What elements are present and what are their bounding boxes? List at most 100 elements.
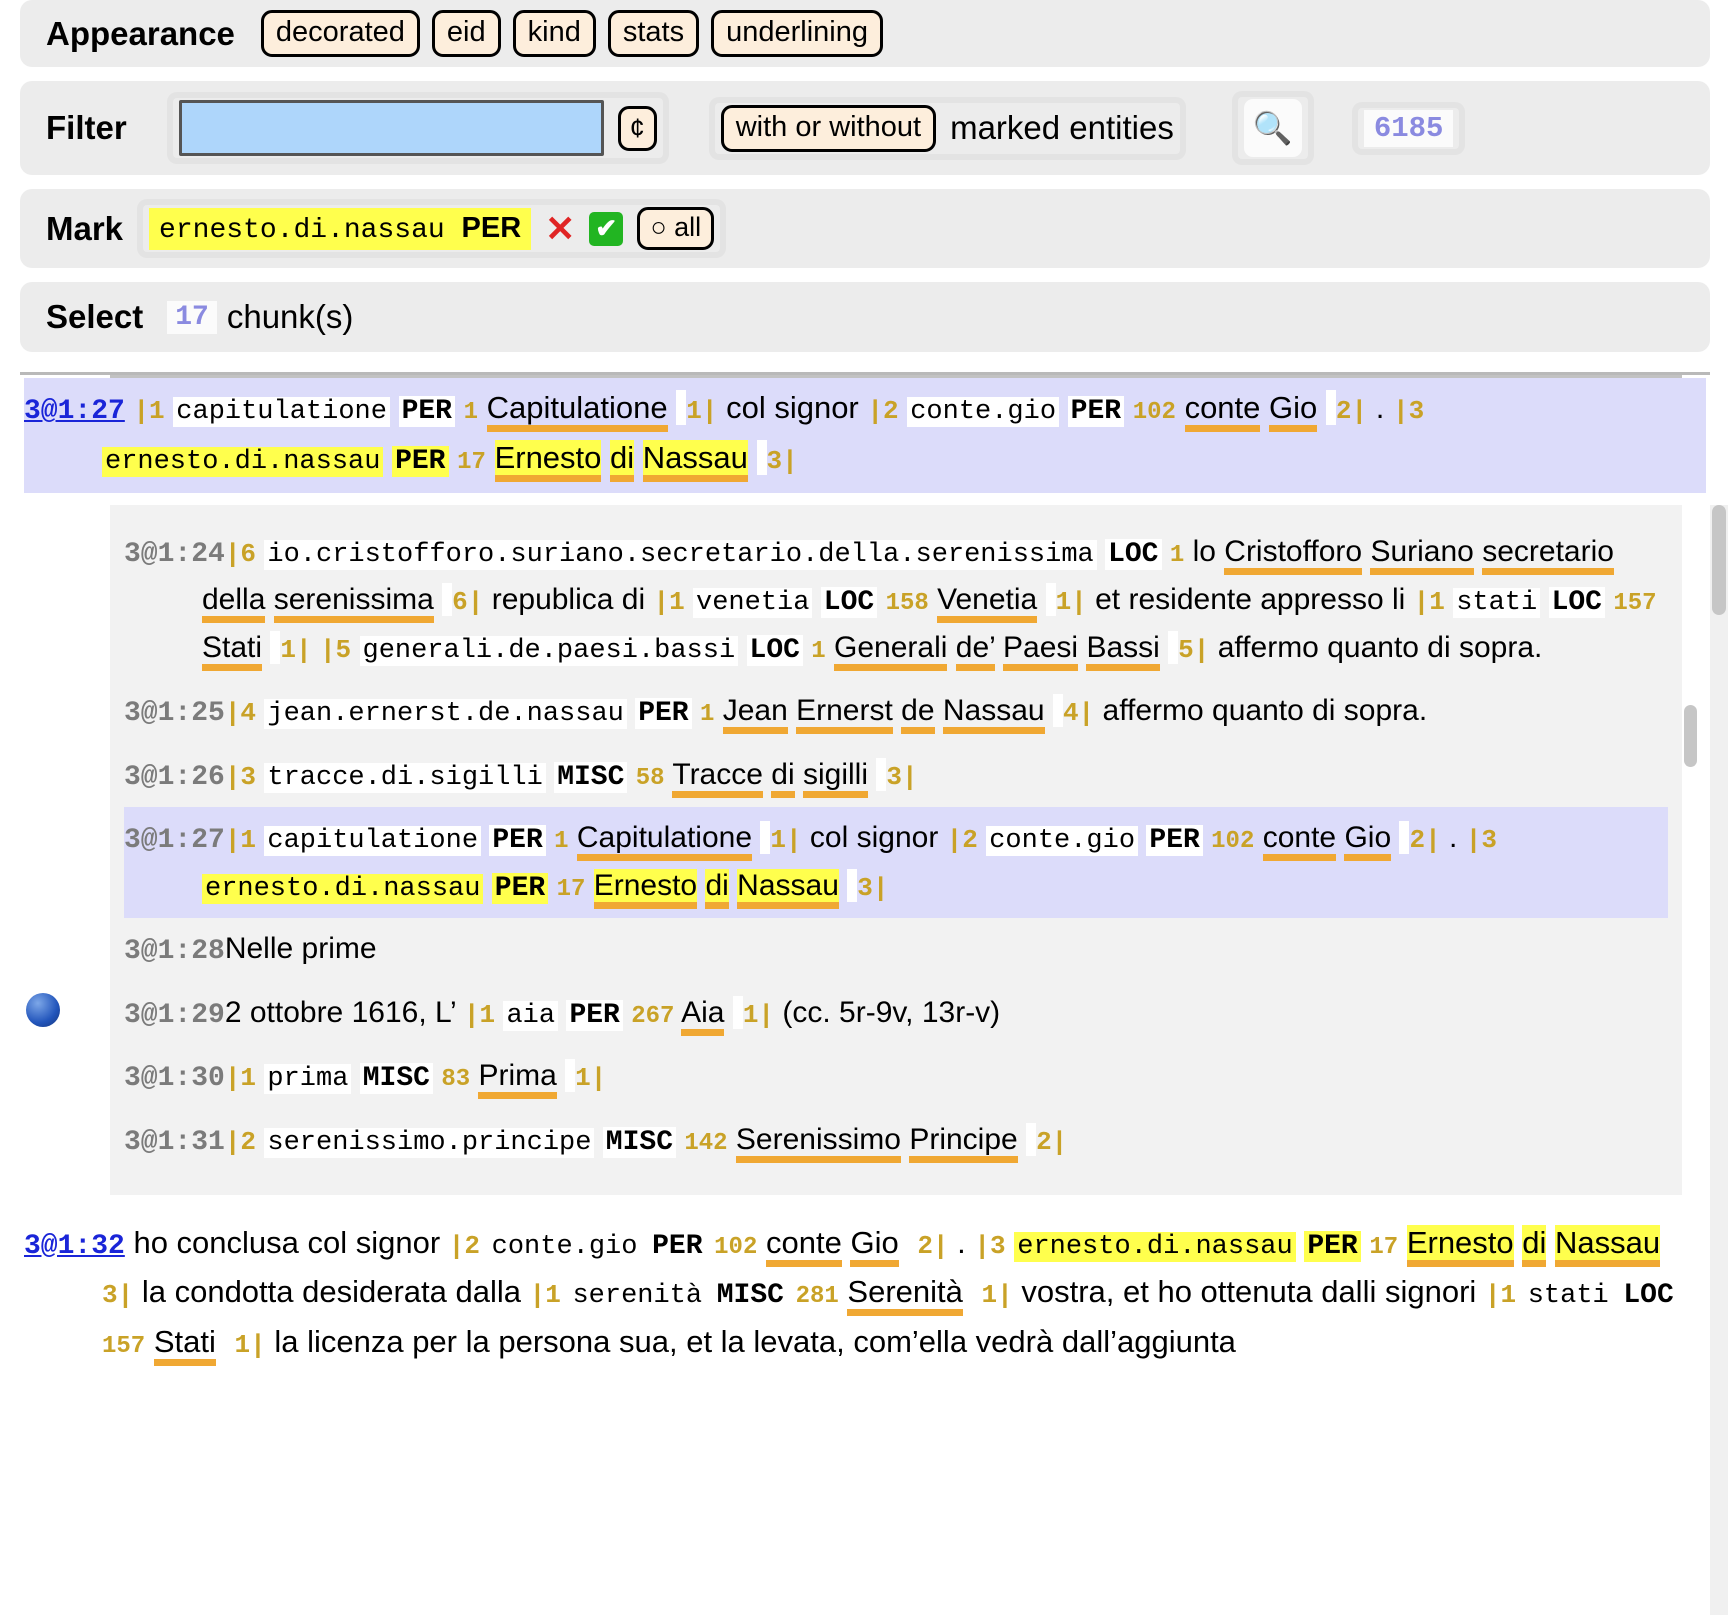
token-space bbox=[1026, 1122, 1037, 1156]
chunk-row[interactable]: 3@1:25|4 jean.ernerst.de.nassau PER 1 Je… bbox=[124, 680, 1668, 744]
chunk-row-selected[interactable]: 3@1:27 |1 capitulatione PER 1 Capitulati… bbox=[24, 378, 1706, 494]
chunk-id[interactable]: 3@1:29 bbox=[124, 1000, 225, 1031]
token-kind[interactable]: LOC bbox=[820, 587, 878, 619]
appearance-button-decorated[interactable]: decorated bbox=[260, 10, 420, 58]
token-kind-marked[interactable]: PER bbox=[1304, 1230, 1361, 1262]
token-eid[interactable]: capitulatione bbox=[264, 826, 482, 857]
token-kind[interactable]: PER bbox=[1146, 825, 1203, 857]
token-space bbox=[876, 757, 887, 791]
chunk-row[interactable]: 3@1:24|6 io.cristofforo.suriano.secretar… bbox=[124, 521, 1668, 680]
token-bracket: |3 bbox=[974, 1230, 1006, 1261]
token-eid[interactable]: conte.gio bbox=[907, 397, 1060, 428]
token-space bbox=[971, 1274, 982, 1310]
appearance-button-underlining[interactable]: underlining bbox=[711, 10, 883, 58]
token-kind[interactable]: MISC bbox=[713, 1280, 787, 1312]
appearance-button-kind[interactable]: kind bbox=[512, 10, 596, 58]
token-stat: 1 bbox=[1169, 542, 1185, 570]
token-surface-underlined: Tracce bbox=[672, 757, 763, 798]
chunk-row[interactable]: 3@1:26|3 tracce.di.sigilli MISC 58 Tracc… bbox=[124, 744, 1668, 808]
token-eid-marked[interactable]: ernesto.di.nassau bbox=[1014, 1231, 1296, 1262]
chunk-id[interactable]: 3@1:28 bbox=[124, 936, 225, 967]
token-kind[interactable]: LOC bbox=[746, 634, 803, 666]
page-scrollbar[interactable] bbox=[1710, 505, 1728, 1615]
chunk-id[interactable]: 3@1:26 bbox=[124, 762, 225, 793]
token-surface: 2 ottobre 1616, L’ bbox=[224, 995, 456, 1029]
chunk-id[interactable]: 3@1:27 bbox=[124, 825, 225, 856]
token-kind[interactable]: MISC bbox=[359, 1063, 433, 1095]
token-eid[interactable]: capitulatione bbox=[173, 397, 390, 428]
chunk-row[interactable]: 3@1:30|1 prima MISC 83 Prima 1| bbox=[124, 1045, 1668, 1109]
collapse-toggle-icon[interactable] bbox=[26, 993, 60, 1028]
chunk-tokens: |1 prima MISC 83 Prima 1| bbox=[225, 1059, 606, 1100]
token-surface-underlined: Ernerst bbox=[796, 694, 893, 735]
token-surface-underlined: sigilli bbox=[802, 757, 868, 798]
chunk-id-link[interactable]: 3@1:32 bbox=[24, 1231, 125, 1262]
token-kind[interactable]: PER bbox=[566, 999, 623, 1031]
token-eid[interactable]: generali.de.paesi.bassi bbox=[359, 635, 739, 666]
token-bracket: |1 bbox=[1413, 587, 1445, 618]
close-icon[interactable]: ✕ bbox=[545, 210, 575, 247]
mark-panel: Mark ernesto.di.nassau PER ✕ ✔ ○ all bbox=[20, 189, 1710, 269]
token-kind[interactable]: LOC bbox=[1105, 539, 1162, 571]
token-eid[interactable]: stati bbox=[1453, 588, 1541, 619]
chunk-row[interactable]: 3@1:292 ottobre 1616, L’ |1 aia PER 267 … bbox=[124, 982, 1668, 1046]
chunk-row-selected[interactable]: 3@1:27|1 capitulatione PER 1 Capitulatio… bbox=[124, 807, 1668, 919]
mark-all-button[interactable]: ○ all bbox=[637, 207, 715, 251]
chunk-id[interactable]: 3@1:30 bbox=[124, 1063, 225, 1094]
search-icon[interactable]: 🔍 bbox=[1243, 99, 1302, 158]
inner-scrollbar-thumb[interactable] bbox=[1684, 705, 1697, 768]
token-kind[interactable]: MISC bbox=[554, 761, 628, 793]
page-scrollbar-thumb[interactable] bbox=[1712, 505, 1726, 615]
token-surface-marked: di bbox=[705, 868, 729, 909]
token-eid[interactable]: aia bbox=[503, 1000, 559, 1031]
token-eid[interactable]: io.cristofforo.suriano.secretario.della.… bbox=[264, 540, 1097, 571]
currency-toggle-button[interactable]: ¢ bbox=[617, 105, 657, 151]
token-eid-marked[interactable]: ernesto.di.nassau bbox=[102, 446, 384, 477]
chunk-id-link[interactable]: 3@1:27 bbox=[24, 396, 125, 427]
chunk-row[interactable]: 3@1:32 ho conclusa col signor |2 conte.g… bbox=[24, 1213, 1706, 1376]
corpus-area: 3@1:27 |1 capitulatione PER 1 Capitulati… bbox=[0, 375, 1730, 1375]
token-eid[interactable]: serenità bbox=[569, 1281, 706, 1312]
token-eid[interactable]: prima bbox=[264, 1064, 352, 1095]
token-eid-marked[interactable]: ernesto.di.nassau bbox=[202, 873, 484, 904]
token-eid[interactable]: stati bbox=[1524, 1281, 1612, 1312]
token-kind[interactable]: MISC bbox=[602, 1126, 677, 1158]
token-kind[interactable]: PER bbox=[649, 1230, 706, 1262]
appearance-button-eid[interactable]: eid bbox=[431, 10, 501, 58]
token-surface: la licenza per la persona sua, et la lev… bbox=[274, 1323, 1236, 1359]
token-space bbox=[756, 439, 767, 475]
filter-input[interactable] bbox=[178, 100, 604, 157]
search-group: 🔍 bbox=[1231, 91, 1314, 166]
mark-entity-chip[interactable]: ernesto.di.nassau PER bbox=[149, 207, 532, 250]
token-eid[interactable]: tracce.di.sigilli bbox=[264, 762, 546, 793]
token-kind[interactable]: LOC bbox=[1548, 587, 1605, 619]
chunk-row[interactable]: 3@1:28Nelle prime bbox=[124, 918, 1668, 982]
chunk-id[interactable]: 3@1:25 bbox=[124, 698, 225, 729]
token-kind[interactable]: PER bbox=[1067, 396, 1125, 428]
appearance-button-stats[interactable]: stats bbox=[607, 10, 700, 58]
inner-scrollbar[interactable] bbox=[1682, 505, 1698, 1194]
token-stat: 17 bbox=[1369, 1233, 1399, 1261]
chunk-id[interactable]: 3@1:31 bbox=[124, 1127, 225, 1158]
token-kind[interactable]: PER bbox=[489, 825, 546, 857]
mark-entity-eid: ernesto.di.nassau bbox=[159, 214, 445, 246]
token-eid[interactable]: serenissimo.principe bbox=[264, 1127, 595, 1158]
token-kind[interactable]: PER bbox=[398, 396, 455, 428]
token-bracket: |3 bbox=[1465, 825, 1497, 856]
chunk-row[interactable]: 3@1:31|2 serenissimo.principe MISC 142 S… bbox=[124, 1109, 1668, 1173]
token-eid[interactable]: venetia bbox=[693, 588, 813, 619]
token-kind-marked[interactable]: PER bbox=[392, 445, 449, 477]
token-kind[interactable]: LOC bbox=[1620, 1280, 1677, 1312]
token-eid[interactable]: jean.ernerst.de.nassau bbox=[264, 699, 627, 730]
token-surface-underlined: Capitulatione bbox=[576, 821, 753, 862]
token-surface: la condotta desiderata dalla bbox=[141, 1274, 530, 1310]
token-kind-marked[interactable]: PER bbox=[491, 872, 549, 904]
token-stat: 17 bbox=[457, 448, 486, 476]
token-eid[interactable]: conte.gio bbox=[488, 1231, 641, 1262]
token-eid[interactable]: conte.gio bbox=[986, 826, 1139, 857]
token-kind[interactable]: PER bbox=[635, 698, 692, 730]
chunk-id[interactable]: 3@1:24 bbox=[124, 539, 225, 570]
with-or-without-button[interactable]: with or without bbox=[720, 104, 937, 153]
check-icon[interactable]: ✔ bbox=[589, 211, 624, 246]
token-stat: 102 bbox=[714, 1233, 758, 1261]
